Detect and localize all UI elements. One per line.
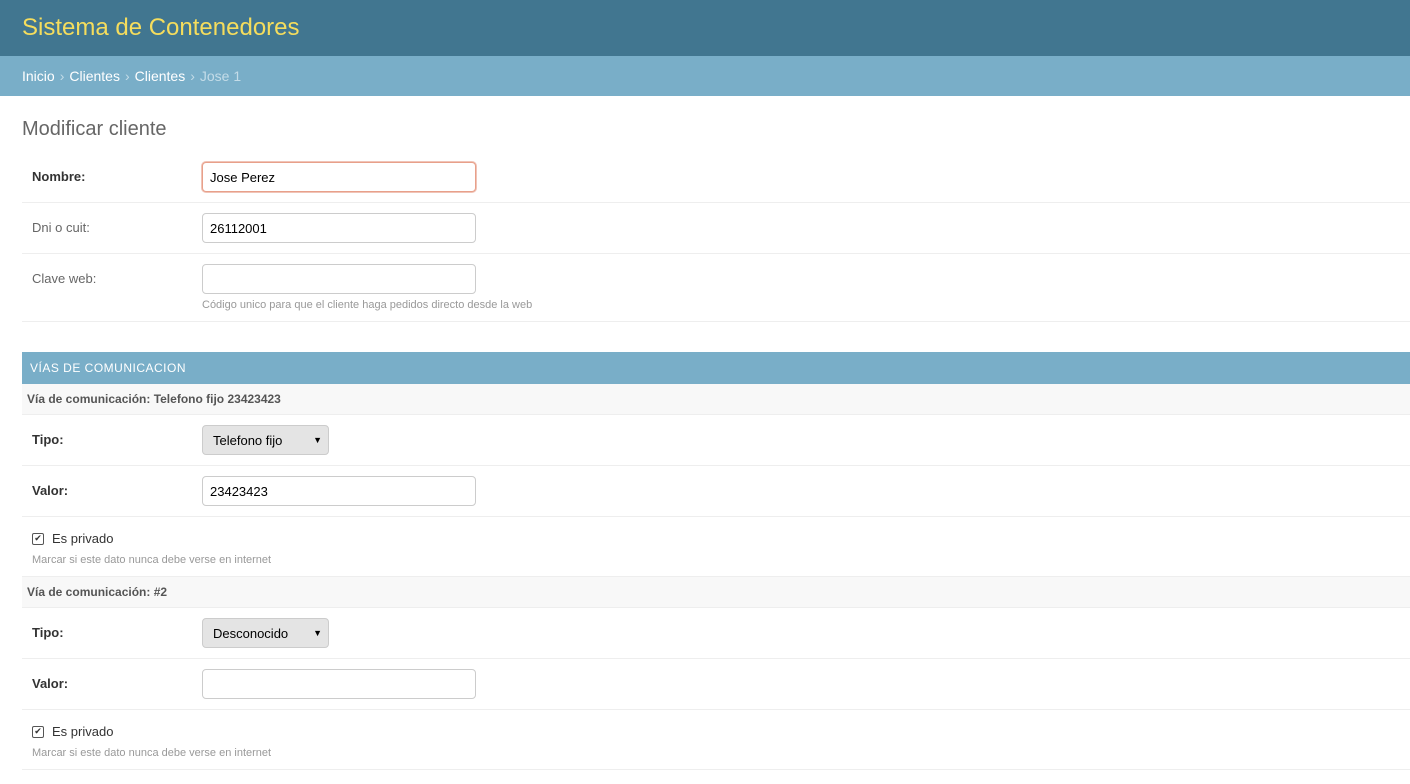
es-privado-help-text: Marcar si este dato nunca debe verse en … xyxy=(32,554,272,566)
es-privado-label: Es privado xyxy=(52,531,114,546)
clave-help-text: Código unico para que el cliente haga pe… xyxy=(202,299,533,311)
site-title[interactable]: Sistema de Contenedores xyxy=(22,14,300,42)
es-privado-checkbox[interactable]: ✔ xyxy=(32,532,44,545)
breadcrumb-model-link[interactable]: Clientes xyxy=(135,68,186,84)
form-row-clave: Clave web: Código unico para que el clie… xyxy=(22,254,1410,322)
form-row-nombre: Nombre: xyxy=(22,152,1410,203)
form-row-dni: Dni o cuit: xyxy=(22,203,1410,254)
dropdown-arrow-icon: ▼ xyxy=(313,435,322,445)
breadcrumb-app-link[interactable]: Clientes xyxy=(69,68,120,84)
dropdown-arrow-icon: ▼ xyxy=(313,628,322,638)
form-row-es-privado: ✔ Es privado Marcar si este dato nunca d… xyxy=(22,710,1410,770)
valor-label: Valor: xyxy=(32,676,69,691)
form-row-valor: Valor: xyxy=(22,466,1410,517)
valor-label: Valor: xyxy=(32,483,69,498)
nombre-input[interactable] xyxy=(202,162,476,192)
tipo-select-value: Telefono fijo xyxy=(213,432,283,448)
tipo-label: Tipo: xyxy=(32,625,64,640)
dni-label: Dni o cuit: xyxy=(32,220,90,235)
clave-label: Clave web: xyxy=(32,271,97,286)
es-privado-checkbox[interactable]: ✔ xyxy=(32,725,44,738)
es-privado-label: Es privado xyxy=(52,724,114,739)
breadcrumb-separator: › xyxy=(190,68,195,84)
tipo-label: Tipo: xyxy=(32,432,64,447)
inline-group-caption: VÍAS DE COMUNICACION xyxy=(22,352,1410,384)
tipo-select-value: Desconocido xyxy=(213,625,289,641)
valor-input[interactable] xyxy=(202,669,476,699)
breadcrumb-separator: › xyxy=(124,68,130,84)
form-row-es-privado: ✔ Es privado Marcar si este dato nunca d… xyxy=(22,517,1410,577)
site-header: Sistema de Contenedores xyxy=(0,0,1410,56)
page-title: Modificar cliente xyxy=(22,118,167,140)
form-row-tipo: Tipo: Telefono fijo ▼ xyxy=(22,415,1410,466)
breadcrumb-current: Jose 1 xyxy=(199,68,242,84)
clave-input[interactable] xyxy=(202,264,476,294)
main-content: Modificar cliente Nombre: Dni o cuit: Cl… xyxy=(0,96,1410,770)
tipo-select[interactable]: Telefono fijo ▼ xyxy=(202,425,329,455)
dni-input[interactable] xyxy=(202,213,476,243)
nombre-label: Nombre: xyxy=(32,169,86,184)
inline-item-header: Vía de comunicación: Telefono fijo 23423… xyxy=(22,384,1410,415)
breadcrumb-separator: › xyxy=(59,68,65,84)
es-privado-help-text: Marcar si este dato nunca debe verse en … xyxy=(32,747,272,759)
form-row-tipo: Tipo: Desconocido ▼ xyxy=(22,608,1410,659)
breadcrumb-home-link[interactable]: Inicio xyxy=(22,68,55,84)
inline-item-header: Vía de comunicación: #2 xyxy=(22,577,1410,608)
form-row-valor: Valor: xyxy=(22,659,1410,710)
valor-input[interactable] xyxy=(202,476,476,506)
tipo-select[interactable]: Desconocido ▼ xyxy=(202,618,329,648)
breadcrumb: Inicio › Clientes › Clientes › Jose 1 xyxy=(0,56,1410,96)
